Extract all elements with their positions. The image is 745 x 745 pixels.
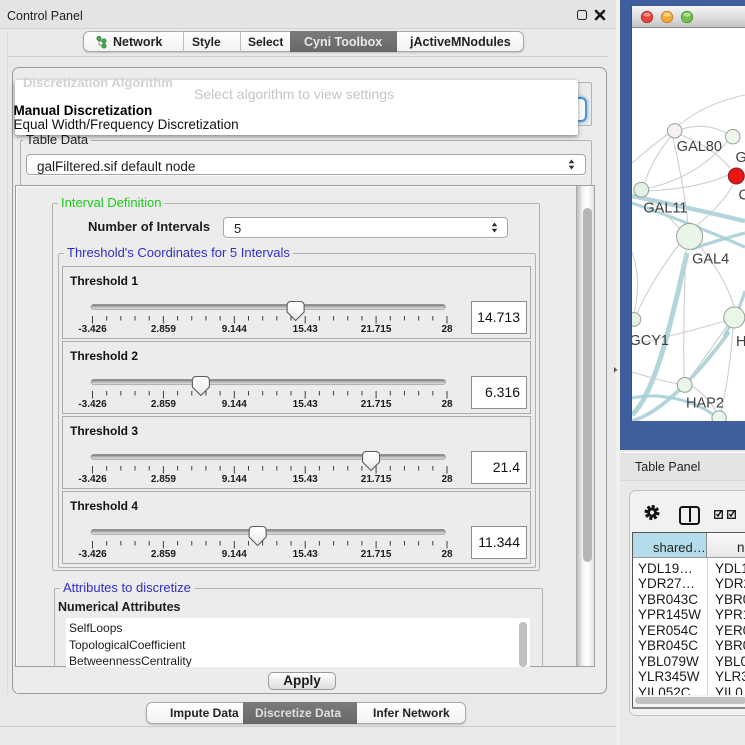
- svg-text:C: C: [739, 188, 745, 204]
- svg-text:HAP2: HAP2: [686, 396, 724, 412]
- svg-text:GAL4: GAL4: [692, 252, 729, 268]
- svg-text:GA: GA: [736, 150, 745, 166]
- svg-text:GAL80: GAL80: [677, 139, 722, 155]
- svg-text:GAL11: GAL11: [643, 201, 687, 217]
- svg-text:GCY1: GCY1: [632, 333, 669, 349]
- svg-text:H: H: [736, 334, 745, 350]
